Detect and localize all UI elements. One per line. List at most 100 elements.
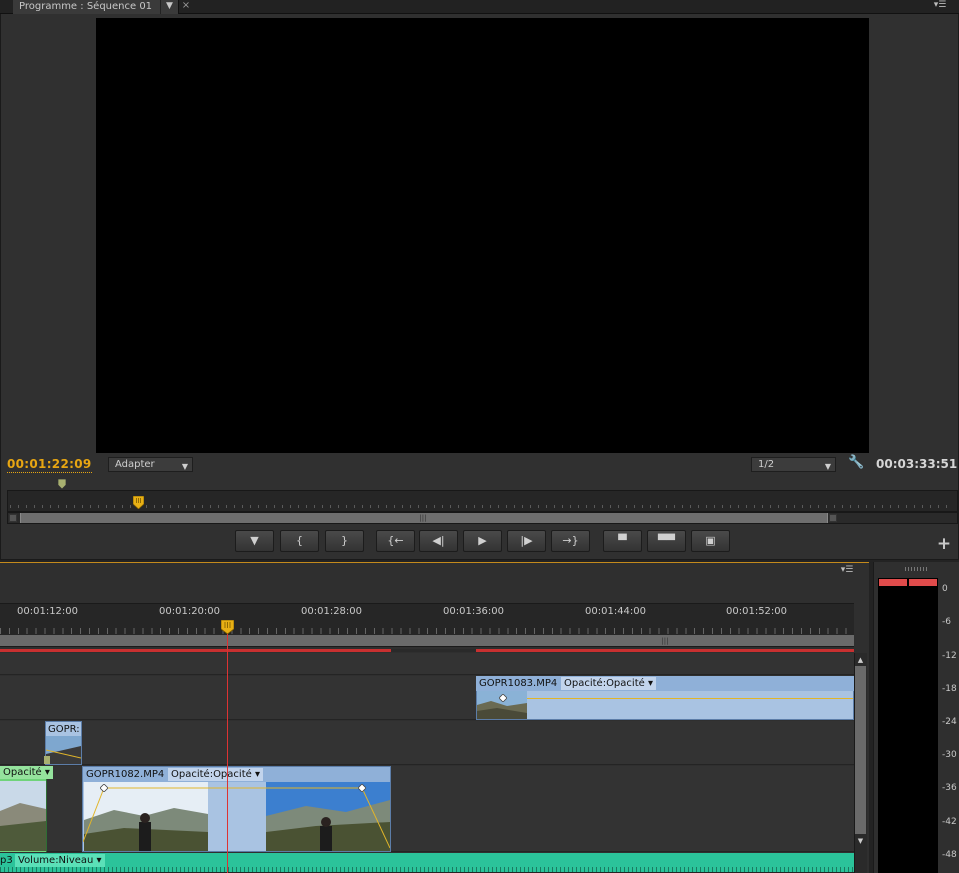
grip-icon: ||| <box>661 637 669 645</box>
lift-icon: ▀ <box>618 534 627 547</box>
chevron-down-icon[interactable]: ▼ <box>160 0 178 14</box>
go-to-in-button[interactable]: {← <box>376 530 415 552</box>
opacity-keyframe-line[interactable] <box>83 782 390 851</box>
playback-resolution-value: 1/2 <box>758 459 775 470</box>
ruler-label: 00:01:28:00 <box>301 606 363 617</box>
video-track-4[interactable] <box>0 653 854 675</box>
clip-name: GOPR1083.MP4 <box>479 678 558 689</box>
keyframe-icon[interactable] <box>499 694 507 702</box>
audio-waveform <box>0 867 854 872</box>
monitor-ruler-ticks <box>10 505 950 508</box>
step-forward-button[interactable]: |▶ <box>507 530 546 552</box>
clip-effect-label: Opacité <box>3 767 42 778</box>
db-label: 0 <box>942 584 948 594</box>
zoom-level-value: Adapter <box>115 459 155 470</box>
extract-button[interactable]: ▀▀ <box>647 530 686 552</box>
clip-name: GOPR: <box>48 724 80 735</box>
panel-menu-icon[interactable]: ▾☰ <box>930 0 950 12</box>
play-button[interactable]: ▶ <box>463 530 502 552</box>
zoom-level-select[interactable]: Adapter ▼ <box>108 457 193 472</box>
monitor-playhead-icon[interactable] <box>133 496 144 509</box>
clip-effect-pill[interactable]: Opacité:Opacité ▾ <box>168 768 263 781</box>
db-label: -36 <box>942 783 957 793</box>
mark-out-button[interactable]: } <box>325 530 364 552</box>
db-label: -6 <box>942 617 951 627</box>
vertical-scroll-thumb[interactable] <box>855 666 866 834</box>
audio-clip-name: p3 <box>0 854 13 867</box>
scroll-up-icon[interactable]: ▲ <box>855 655 866 665</box>
lift-button[interactable]: ▀ <box>603 530 642 552</box>
ruler-label: 00:01:36:00 <box>443 606 505 617</box>
opacity-keyframe-line[interactable] <box>527 698 853 699</box>
scroll-handle-right[interactable] <box>829 514 837 522</box>
step-back-button[interactable]: ◀| <box>419 530 458 552</box>
ruler-label: 00:01:52:00 <box>726 606 788 617</box>
clip-effect-label: Opacité:Opacité <box>171 769 252 780</box>
camera-icon: ▣ <box>705 534 716 547</box>
tab-program-monitor[interactable]: Programme : Séquence 01 <box>13 0 179 14</box>
grip-icon[interactable] <box>905 567 929 571</box>
clip-effect-label: Opacité:Opacité <box>564 678 645 689</box>
clip-thumbnail <box>0 781 46 851</box>
play-icon: ▶ <box>478 534 487 547</box>
audio-meter-display <box>878 578 938 873</box>
video-track-2[interactable] <box>0 721 854 765</box>
in-point-marker-icon[interactable] <box>58 479 66 489</box>
panel-menu-icon[interactable]: ▾☰ <box>838 565 856 577</box>
mark-in-icon: { <box>296 534 303 547</box>
button-editor-button[interactable]: + <box>936 534 952 554</box>
render-bar <box>0 649 391 652</box>
go-to-out-icon: →} <box>562 534 579 547</box>
ruler-label: 00:01:20:00 <box>159 606 221 617</box>
chevron-down-icon: ▼ <box>824 462 831 471</box>
current-timecode[interactable]: 00:01:22:09 <box>7 457 92 473</box>
clip-header: GOPR1083.MP4 Opacité:Opacité ▾ <box>476 676 854 691</box>
ruler-label: 00:01:12:00 <box>17 606 79 617</box>
mark-out-icon: } <box>341 534 348 547</box>
db-label: -48 <box>942 850 957 860</box>
timeline-zoom-scrollbar[interactable] <box>0 635 854 647</box>
peak-indicator-left[interactable] <box>879 579 907 586</box>
playhead-icon[interactable] <box>221 620 234 634</box>
tab-title: Programme : Séquence 01 <box>19 1 153 12</box>
db-label: -30 <box>942 750 957 760</box>
wrench-icon[interactable]: 🔧 <box>848 456 864 470</box>
go-to-in-icon: {← <box>387 534 404 547</box>
clip-effect-pill[interactable]: Opacité:Opacité ▾ <box>561 677 656 690</box>
keyframe-icon[interactable] <box>100 784 108 792</box>
scroll-handle-left[interactable] <box>9 514 17 522</box>
step-forward-icon: |▶ <box>520 534 533 547</box>
db-label: -42 <box>942 817 957 827</box>
chevron-down-icon: ▼ <box>181 462 188 471</box>
export-frame-button[interactable]: ▣ <box>691 530 730 552</box>
render-bar <box>391 649 476 652</box>
keyframe-icon[interactable] <box>358 784 366 792</box>
plus-icon: + <box>936 534 952 554</box>
go-to-out-button[interactable]: →} <box>551 530 590 552</box>
audio-effect-pill[interactable]: Volume:Niveau ▾ <box>15 854 105 867</box>
clip-header: GOPR1082.MP4 Opacité:Opacité ▾ <box>83 767 390 782</box>
video-preview <box>96 18 869 453</box>
clip-name: GOPR1082.MP4 <box>86 769 165 780</box>
peak-indicator-right[interactable] <box>909 579 937 586</box>
close-icon[interactable]: × <box>180 0 192 14</box>
extract-icon: ▀▀ <box>658 534 675 547</box>
marker-icon: ▼ <box>250 534 259 547</box>
scroll-down-icon[interactable]: ▼ <box>855 836 866 846</box>
db-label: -24 <box>942 717 957 727</box>
playhead-line[interactable] <box>227 630 228 873</box>
add-marker-button[interactable]: ▼ <box>235 530 274 552</box>
grip-icon: ||| <box>419 514 427 522</box>
transition-marker[interactable] <box>44 756 50 764</box>
clip-effect-pill[interactable]: Opacité ▾ <box>0 766 53 779</box>
ruler-ticks <box>0 628 854 634</box>
db-label: -18 <box>942 684 957 694</box>
clip-thumbnail <box>46 736 81 764</box>
audio-effect-label: Volume:Niveau <box>18 855 94 866</box>
monitor-time-ruler[interactable] <box>7 490 958 512</box>
step-back-icon: ◀| <box>432 534 445 547</box>
playback-resolution-select[interactable]: 1/2 ▼ <box>751 457 836 472</box>
audio-track-1[interactable]: p3 Volume:Niveau ▾ <box>0 853 854 873</box>
mark-in-button[interactable]: { <box>280 530 319 552</box>
duration-timecode: 00:03:33:51 <box>876 457 958 471</box>
